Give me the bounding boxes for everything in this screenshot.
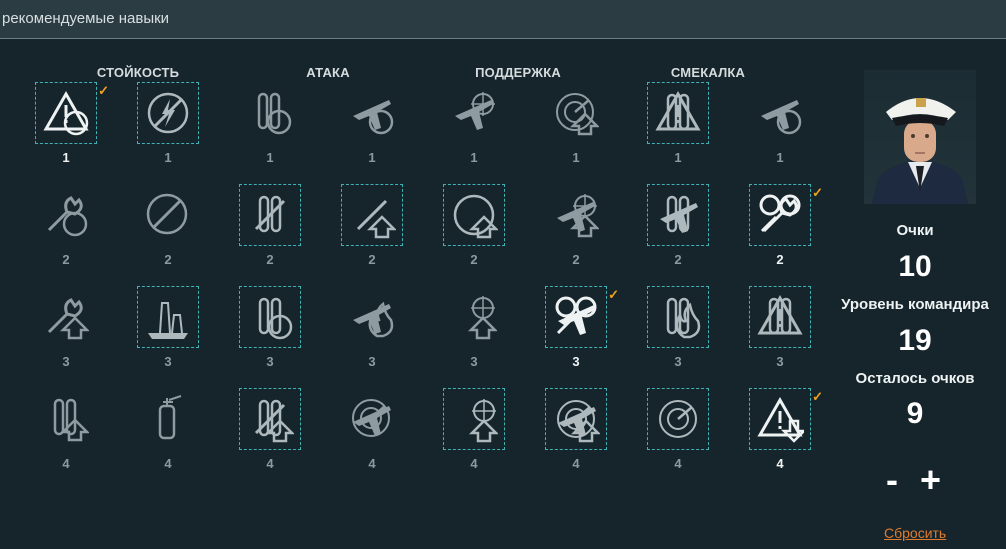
- checkmark-icon: ✓: [608, 287, 619, 302]
- skill-button[interactable]: [341, 184, 403, 246]
- skill-cost: 3: [62, 354, 70, 369]
- skill-button[interactable]: [545, 388, 607, 450]
- skill-cost: 1: [674, 150, 682, 165]
- skill-button[interactable]: [647, 184, 709, 246]
- checkmark-icon: ✓: [812, 185, 823, 200]
- skill-cost: 4: [62, 456, 70, 471]
- skill-button[interactable]: [239, 82, 301, 144]
- category-label: СМЕКАЛКА: [670, 65, 746, 80]
- skill-button[interactable]: [443, 388, 505, 450]
- skill-cost: 1: [470, 150, 478, 165]
- skill-button[interactable]: [545, 82, 607, 144]
- skill-cost: 3: [776, 354, 784, 369]
- page-title: рекомендуемые навыки: [2, 10, 170, 27]
- commander-portrait: [864, 70, 976, 204]
- skill-cost: 3: [164, 354, 172, 369]
- skill-button[interactable]: [35, 388, 97, 450]
- skill-cost: 2: [776, 252, 784, 267]
- skill-cost: 3: [266, 354, 274, 369]
- category-label: СТОЙКОСТЬ: [96, 65, 180, 80]
- skill-cost: 4: [470, 456, 478, 471]
- skill-cost: 3: [470, 354, 478, 369]
- decrease-level-button[interactable]: -: [886, 462, 898, 498]
- skill-cost: 4: [776, 456, 784, 471]
- increase-level-button[interactable]: +: [920, 462, 941, 498]
- skill-button[interactable]: [137, 184, 199, 246]
- skill-button[interactable]: [341, 286, 403, 348]
- skill-cost: 3: [572, 354, 580, 369]
- skill-cost: 2: [62, 252, 70, 267]
- skill-button[interactable]: ✓: [749, 184, 823, 246]
- category-label: ПОДДЕРЖКА: [475, 65, 561, 80]
- skill-cost: 4: [164, 456, 172, 471]
- skill-cost: 1: [776, 150, 784, 165]
- remaining-points-label: Осталось очков: [855, 370, 975, 387]
- skill-cost: 1: [164, 150, 172, 165]
- skill-cost: 1: [62, 150, 70, 165]
- skill-button[interactable]: [341, 82, 403, 144]
- skill-button[interactable]: [239, 286, 301, 348]
- skill-cost: 2: [266, 252, 274, 267]
- skill-button[interactable]: [647, 286, 709, 348]
- skill-button[interactable]: [749, 82, 811, 144]
- skill-cost: 1: [368, 150, 376, 165]
- points-value: 10: [898, 250, 932, 283]
- reset-link[interactable]: Сбросить: [884, 525, 946, 541]
- skill-button[interactable]: [647, 82, 709, 144]
- skill-cost: 2: [368, 252, 376, 267]
- header-bar: рекомендуемые навыки: [0, 0, 1006, 39]
- skill-cost: 3: [368, 354, 376, 369]
- skill-cost: 4: [674, 456, 682, 471]
- skill-button[interactable]: [137, 388, 199, 450]
- skill-button[interactable]: [35, 286, 97, 348]
- skill-button[interactable]: [137, 286, 199, 348]
- points-label: Очки: [896, 222, 934, 239]
- skill-cost: 2: [572, 252, 580, 267]
- skill-cost: 3: [674, 354, 682, 369]
- skill-button[interactable]: [239, 184, 301, 246]
- category-label: АТАКА: [306, 65, 350, 80]
- skill-cost: 2: [164, 252, 172, 267]
- commander-level-value: 19: [898, 324, 932, 357]
- skill-cost: 4: [368, 456, 376, 471]
- skill-button[interactable]: ✓: [35, 82, 109, 144]
- skill-button[interactable]: [443, 184, 505, 246]
- checkmark-icon: ✓: [98, 83, 109, 98]
- skill-cost: 4: [266, 456, 274, 471]
- checkmark-icon: ✓: [812, 389, 823, 404]
- skill-button[interactable]: [341, 388, 403, 450]
- skill-cost: 1: [572, 150, 580, 165]
- skill-button[interactable]: [443, 286, 505, 348]
- skill-button[interactable]: [647, 388, 709, 450]
- skill-button[interactable]: [545, 184, 607, 246]
- skill-cost: 2: [674, 252, 682, 267]
- remaining-points-value: 9: [906, 397, 924, 430]
- skill-cost: 4: [572, 456, 580, 471]
- skill-button[interactable]: [749, 286, 811, 348]
- skill-button[interactable]: [35, 184, 97, 246]
- skill-button[interactable]: [239, 388, 301, 450]
- skill-cost: 1: [266, 150, 274, 165]
- skill-button[interactable]: [443, 82, 505, 144]
- skill-button[interactable]: [137, 82, 199, 144]
- commander-level-label: Уровень командира: [841, 296, 989, 313]
- skill-button[interactable]: ✓: [749, 388, 823, 450]
- skill-button[interactable]: ✓: [545, 286, 619, 348]
- skill-cost: 2: [470, 252, 478, 267]
